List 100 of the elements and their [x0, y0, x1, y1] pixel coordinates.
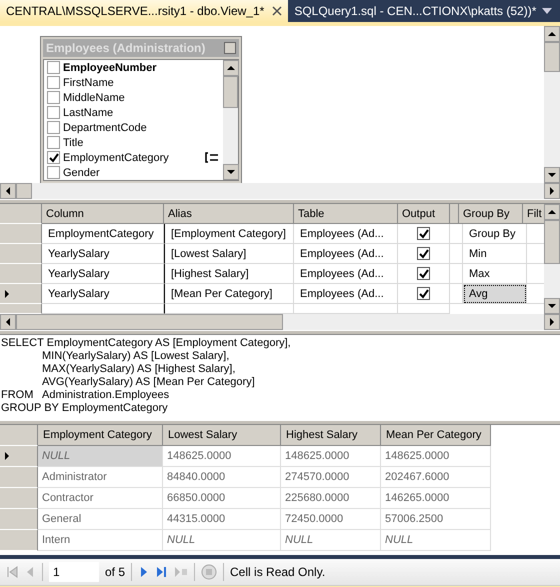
result-cell: NULL — [163, 530, 281, 551]
column-cell[interactable]: YearlySalary — [42, 264, 164, 284]
column-header[interactable]: Highest Salary — [281, 425, 381, 446]
scrollbar[interactable] — [0, 183, 560, 199]
column-checkbox[interactable] — [47, 121, 60, 134]
output-checkbox[interactable] — [417, 267, 430, 280]
page-field[interactable]: 1 — [49, 562, 99, 582]
column-header[interactable]: Table — [294, 204, 398, 224]
right-arrow-icon[interactable] — [548, 317, 556, 327]
scrollbar[interactable] — [544, 204, 560, 314]
alias-cell[interactable]: [Employment Category] — [164, 224, 294, 244]
column-header[interactable]: Alias — [164, 204, 294, 224]
document-tab[interactable]: CENTRAL\MSSQLSERVE...rsity1 - dbo.View_1* — [0, 0, 288, 22]
column-header[interactable]: Column — [42, 204, 164, 224]
left-arrow-icon[interactable] — [4, 317, 12, 327]
corner-header — [0, 425, 38, 446]
group-by-cell[interactable]: Group By — [463, 224, 527, 244]
scroll-up-button[interactable] — [544, 204, 560, 220]
empty-cell[interactable] — [450, 264, 463, 284]
document-tab[interactable]: SQLQuery1.sql - CEN...CTIONX\pkatts (52))* — [288, 0, 542, 22]
column-name: Title — [63, 136, 84, 148]
output-checkbox[interactable] — [417, 287, 430, 300]
column-header[interactable]: Employment Category — [38, 425, 163, 446]
scroll-left-button[interactable] — [0, 183, 16, 199]
table-cell[interactable]: Employees (Ad... — [294, 224, 398, 244]
scroll-right-button[interactable] — [544, 183, 560, 199]
column-checkbox[interactable] — [47, 91, 60, 104]
row-selector[interactable] — [0, 284, 42, 304]
scroll-thumb[interactable] — [544, 220, 560, 264]
empty-cell[interactable] — [450, 244, 463, 264]
right-arrow-icon[interactable] — [548, 186, 556, 196]
scroll-left-button[interactable] — [0, 314, 16, 330]
down-arrow-icon[interactable] — [547, 171, 557, 179]
result-cell: 202467.6000 — [381, 467, 491, 488]
alias-cell[interactable]: [Highest Salary] — [164, 264, 294, 284]
scroll-up-button[interactable] — [544, 26, 560, 42]
stop-icon[interactable] — [201, 564, 218, 580]
group-by-cell[interactable]: Min — [463, 244, 527, 264]
empty-cell[interactable] — [450, 224, 463, 244]
column-checkbox[interactable] — [47, 136, 60, 149]
table-cell[interactable]: Employees (Ad... — [294, 284, 398, 304]
down-arrow-icon[interactable] — [547, 302, 557, 310]
result-cell: 225680.0000 — [281, 488, 381, 509]
scroll-down-button[interactable] — [544, 167, 560, 183]
scrollbar[interactable] — [544, 26, 560, 183]
result-cell: NULL — [38, 446, 163, 467]
dropdown-arrow-icon[interactable] — [542, 8, 552, 14]
scrollbar[interactable] — [223, 60, 238, 180]
row-selector[interactable] — [0, 509, 38, 530]
up-arrow-icon[interactable] — [547, 30, 557, 38]
scroll-down-button[interactable] — [223, 164, 239, 180]
row-selector[interactable] — [0, 488, 38, 509]
column-cell[interactable]: YearlySalary — [42, 284, 164, 304]
scroll-thumb[interactable] — [16, 183, 32, 199]
down-arrow-icon[interactable] — [226, 168, 236, 176]
output-checkbox[interactable] — [417, 227, 430, 240]
column-checkbox[interactable] — [47, 76, 60, 89]
table-cell[interactable]: Employees (Ad... — [294, 264, 398, 284]
column-header[interactable]: Mean Per Category — [381, 425, 491, 446]
left-arrow-icon[interactable] — [4, 186, 12, 196]
alias-cell[interactable]: [Lowest Salary] — [164, 244, 294, 264]
status-text: Cell is Read Only. — [230, 565, 326, 579]
output-checkbox[interactable] — [417, 247, 430, 260]
scroll-thumb[interactable] — [223, 76, 238, 108]
row-selector[interactable] — [0, 467, 38, 488]
column-header[interactable]: Lowest Salary — [163, 425, 281, 446]
scroll-thumb[interactable] — [544, 42, 560, 72]
scroll-down-button[interactable] — [544, 298, 560, 314]
last-record-icon[interactable] — [156, 566, 168, 578]
result-cell: 146265.0000 — [381, 488, 491, 509]
empty-header[interactable] — [450, 204, 459, 224]
column-checkbox[interactable] — [47, 106, 60, 119]
column-checkbox[interactable] — [47, 61, 60, 74]
up-arrow-icon[interactable] — [547, 208, 557, 216]
scrollbar[interactable] — [0, 314, 560, 330]
scroll-thumb[interactable] — [16, 314, 283, 330]
column-header[interactable]: Filt — [523, 204, 544, 224]
first-record-icon[interactable] — [6, 566, 18, 578]
column-header[interactable]: Group By — [459, 204, 523, 224]
row-selector[interactable] — [0, 224, 42, 244]
scroll-up-button[interactable] — [223, 60, 239, 76]
column-cell[interactable]: YearlySalary — [42, 244, 164, 264]
group-by-cell[interactable]: Avg — [463, 284, 527, 304]
sql-line: MIN(YearlySalary) AS [Lowest Salary], — [41, 350, 230, 363]
column-checkbox[interactable] — [47, 166, 60, 179]
row-selector[interactable] — [0, 530, 38, 551]
column-header[interactable]: Output — [398, 204, 450, 224]
pane-splitter[interactable] — [0, 420, 560, 425]
column-cell[interactable]: EmploymentCategory — [42, 224, 164, 244]
row-selector[interactable] — [0, 244, 42, 264]
up-arrow-icon[interactable] — [226, 64, 236, 72]
close-icon[interactable] — [272, 6, 282, 16]
row-selector[interactable] — [0, 264, 42, 284]
table-cell[interactable]: Employees (Ad... — [294, 244, 398, 264]
row-selector[interactable] — [0, 446, 38, 467]
column-checkbox[interactable] — [47, 151, 60, 164]
sql-line: MAX(YearlySalary) AS [Highest Salary], — [41, 363, 236, 376]
scroll-right-button[interactable] — [544, 314, 560, 330]
minimize-button[interactable] — [224, 42, 236, 54]
alias-cell[interactable]: [Mean Per Category] — [164, 284, 294, 304]
